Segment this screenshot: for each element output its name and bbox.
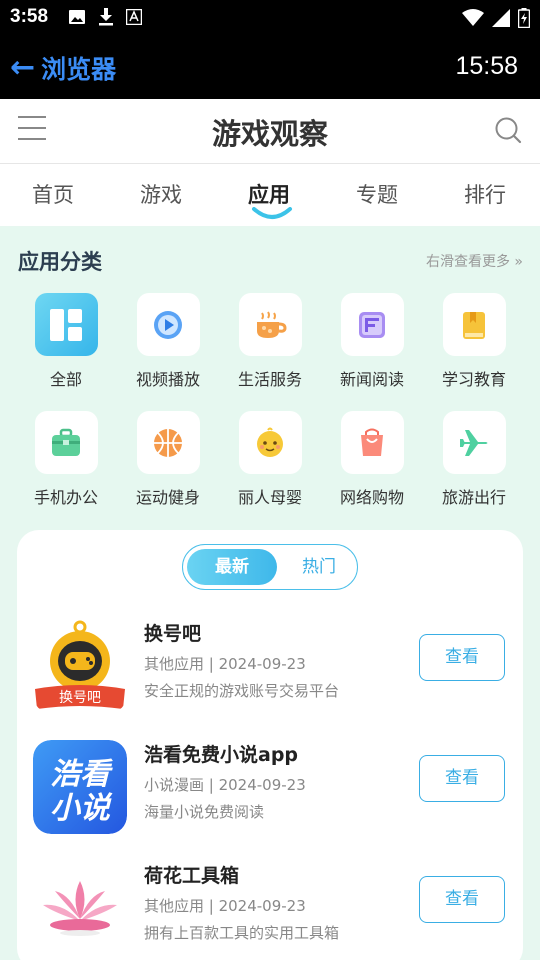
status-bar: 3:58 [0, 0, 540, 36]
svg-text:换号吧: 换号吧 [59, 689, 101, 706]
image-icon [69, 10, 85, 24]
category-label: 学习教育 [441, 370, 506, 389]
list-item[interactable]: 荷花工具箱 其他应用 | 2024-09-23 拥有上百款工具的实用工具箱 查看 [17, 861, 523, 960]
category-label: 旅游出行 [441, 488, 506, 507]
top-header: 游戏观察 [0, 99, 540, 164]
briefcase-icon [34, 411, 98, 474]
app-description: 拥有上百款工具的实用工具箱 [144, 924, 340, 942]
category-label: 丽人母婴 [237, 488, 302, 507]
category-label: 新闻阅读 [339, 370, 404, 389]
tab-apps-label: 应用 [248, 183, 290, 207]
tab-apps[interactable]: 应用 [248, 179, 292, 219]
svg-text:小说: 小说 [50, 791, 113, 826]
view-button[interactable]: 查看 [419, 634, 505, 681]
app-name: 换号吧 [144, 623, 202, 645]
tab-active-indicator [252, 207, 292, 219]
toggle-hot-button[interactable]: 热门 [289, 549, 349, 585]
book-icon [442, 293, 506, 356]
status-time: 3:58 [10, 6, 49, 27]
category-label: 手机办公 [33, 488, 98, 507]
app-icon-lotus-toolbox [33, 861, 127, 955]
wifi-icon [462, 9, 484, 26]
status-system [462, 8, 530, 28]
app-description: 安全正规的游戏账号交易平台 [144, 682, 340, 700]
category-office[interactable]: 手机办公 [16, 411, 116, 508]
font-icon [126, 9, 142, 25]
category-video[interactable]: 视频播放 [118, 293, 218, 390]
view-button[interactable]: 查看 [419, 876, 505, 923]
browser-back-label: 浏览器 [41, 55, 117, 84]
signal-icon [492, 9, 510, 27]
view-button[interactable]: 查看 [419, 755, 505, 802]
back-arrow-icon: ← [10, 50, 36, 85]
app-icon-huanhaoba: 换号吧 [33, 619, 127, 713]
tab-bar: 首页 游戏 应用 专题 排行 [0, 164, 540, 226]
category-travel[interactable]: 旅游出行 [424, 411, 524, 508]
app-icon-haokan-novel: 浩看 小说 [33, 740, 127, 834]
category-label: 视频播放 [135, 370, 200, 389]
browser-back-button[interactable]: ← 浏览器 [10, 50, 116, 86]
app-description: 海量小说免费阅读 [144, 803, 265, 821]
baby-icon [238, 411, 302, 474]
app-name: 浩看免费小说app [144, 744, 299, 766]
category-more-link[interactable]: 右滑查看更多 » [426, 251, 523, 271]
category-news[interactable]: 新闻阅读 [322, 293, 422, 390]
airplane-icon [442, 411, 506, 474]
tab-games[interactable]: 游戏 [140, 179, 182, 209]
grid-icon [34, 293, 98, 356]
category-label: 全部 [49, 370, 82, 389]
category-title: 应用分类 [18, 250, 102, 274]
app-name: 荷花工具箱 [144, 865, 240, 887]
category-label: 网络购物 [339, 488, 404, 507]
battery-icon [518, 8, 530, 28]
category-sports[interactable]: 运动健身 [118, 411, 218, 508]
browser-time: 15:58 [455, 52, 518, 80]
app-meta: 其他应用 | 2024-09-23 [144, 655, 306, 673]
svg-text:浩看: 浩看 [50, 757, 113, 792]
app-list-card: 最新 热门 换号吧 换号吧 其他应用 | 2024-09-23 安全正规的游戏账… [17, 530, 523, 960]
search-icon[interactable] [494, 116, 522, 144]
tab-home[interactable]: 首页 [32, 179, 74, 209]
video-play-icon [136, 293, 200, 356]
basketball-icon [136, 411, 200, 474]
list-toggle: 最新 热门 [182, 544, 358, 590]
list-item[interactable]: 浩看 小说 浩看免费小说app 小说漫画 | 2024-09-23 海量小说免费… [17, 740, 523, 850]
download-icon [99, 8, 113, 26]
browser-bar: ← 浏览器 15:58 [0, 36, 540, 99]
category-label: 运动健身 [135, 488, 200, 507]
page-title: 游戏观察 [211, 117, 328, 151]
app-meta: 其他应用 | 2024-09-23 [144, 897, 306, 915]
news-icon [340, 293, 404, 356]
tab-ranking[interactable]: 排行 [464, 179, 506, 209]
app-meta: 小说漫画 | 2024-09-23 [144, 776, 306, 794]
shopping-bag-icon [340, 411, 404, 474]
category-baby[interactable]: 丽人母婴 [220, 411, 320, 508]
category-section: 应用分类 右滑查看更多 » 全部 视频播放 生活服务 新闻阅读 学习教育 手机办… [0, 227, 540, 530]
category-education[interactable]: 学习教育 [424, 293, 524, 390]
list-item[interactable]: 换号吧 换号吧 其他应用 | 2024-09-23 安全正规的游戏账号交易平台 … [17, 619, 523, 729]
status-notifications [68, 8, 142, 26]
category-life[interactable]: 生活服务 [220, 293, 320, 390]
category-all[interactable]: 全部 [16, 293, 116, 390]
category-label: 生活服务 [237, 370, 302, 389]
category-shopping[interactable]: 网络购物 [322, 411, 422, 508]
coffee-cup-icon [238, 293, 302, 356]
tab-topics[interactable]: 专题 [356, 179, 398, 209]
toggle-newest-button[interactable]: 最新 [187, 549, 277, 585]
